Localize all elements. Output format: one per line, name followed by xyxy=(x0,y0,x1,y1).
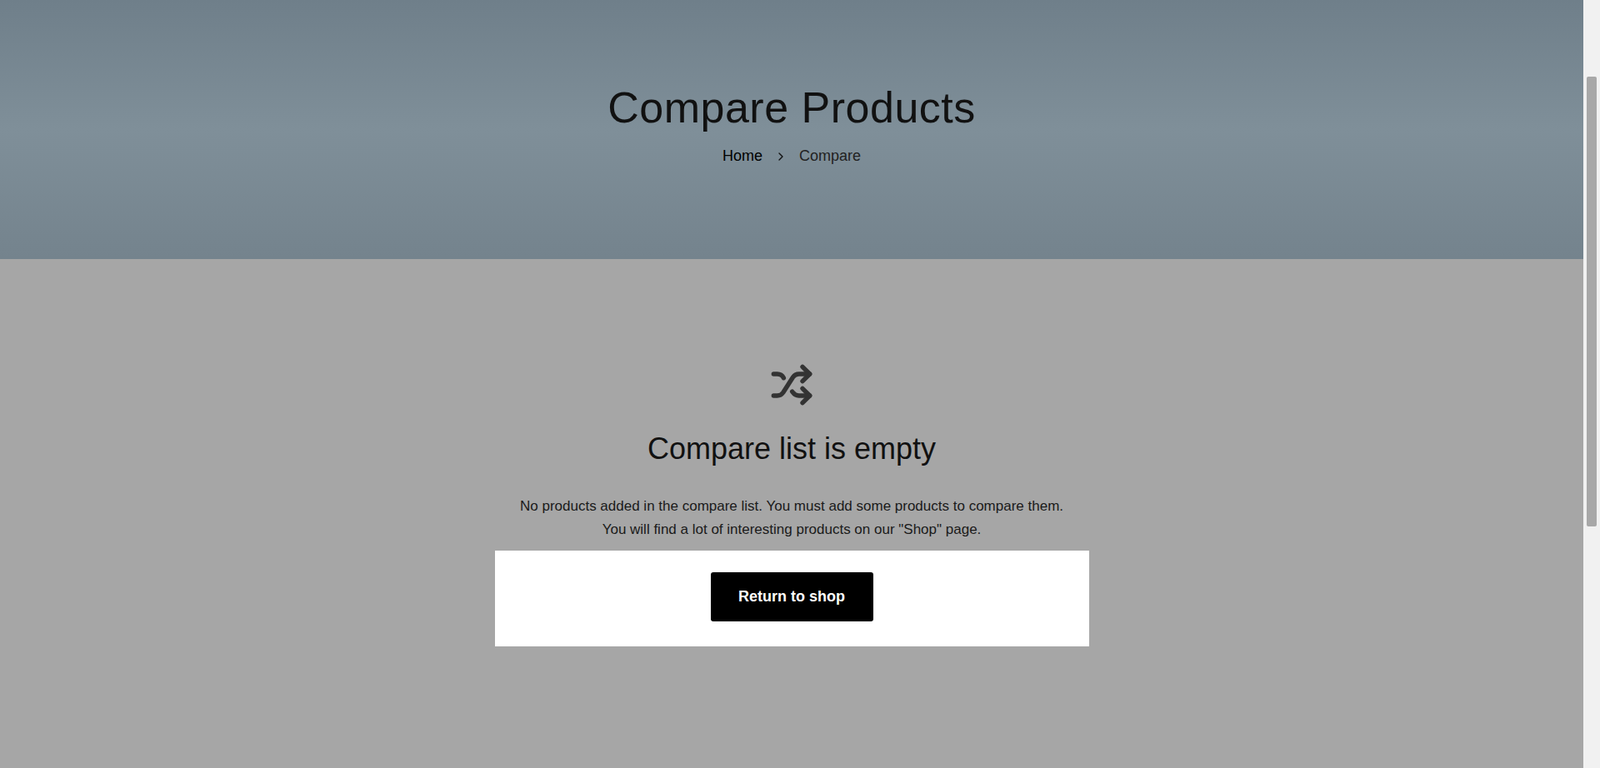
scrollbar-thumb[interactable] xyxy=(1586,76,1597,527)
main: Compare Products Home Compare Compare list … xyxy=(0,0,1584,768)
empty-state: Compare list is empty No products added i… xyxy=(0,259,1584,647)
return-to-shop-button[interactable]: Return to shop xyxy=(710,572,874,622)
description-line: You will find a lot of interesting produ… xyxy=(520,518,1064,542)
breadcrumbs: Home Compare xyxy=(722,147,861,165)
button-box: Return to shop xyxy=(495,550,1090,647)
description-line: No products added in the compare list. Y… xyxy=(520,495,1064,519)
scrollbar[interactable] xyxy=(1583,0,1600,768)
breadcrumb-item[interactable]: Home xyxy=(722,147,763,165)
hero-banner: Compare Products Home Compare xyxy=(0,0,1584,260)
compare-page: Compare Products Home Compare Compare list … xyxy=(0,0,1600,768)
breadcrumb-item: Compare xyxy=(799,147,861,165)
page-title: Compare Products xyxy=(607,82,976,133)
empty-description: No products added in the compare list. Y… xyxy=(520,495,1064,542)
chevron-right-icon xyxy=(774,150,788,164)
empty-title: Compare list is empty xyxy=(647,431,936,467)
shuffle-icon xyxy=(770,363,814,407)
